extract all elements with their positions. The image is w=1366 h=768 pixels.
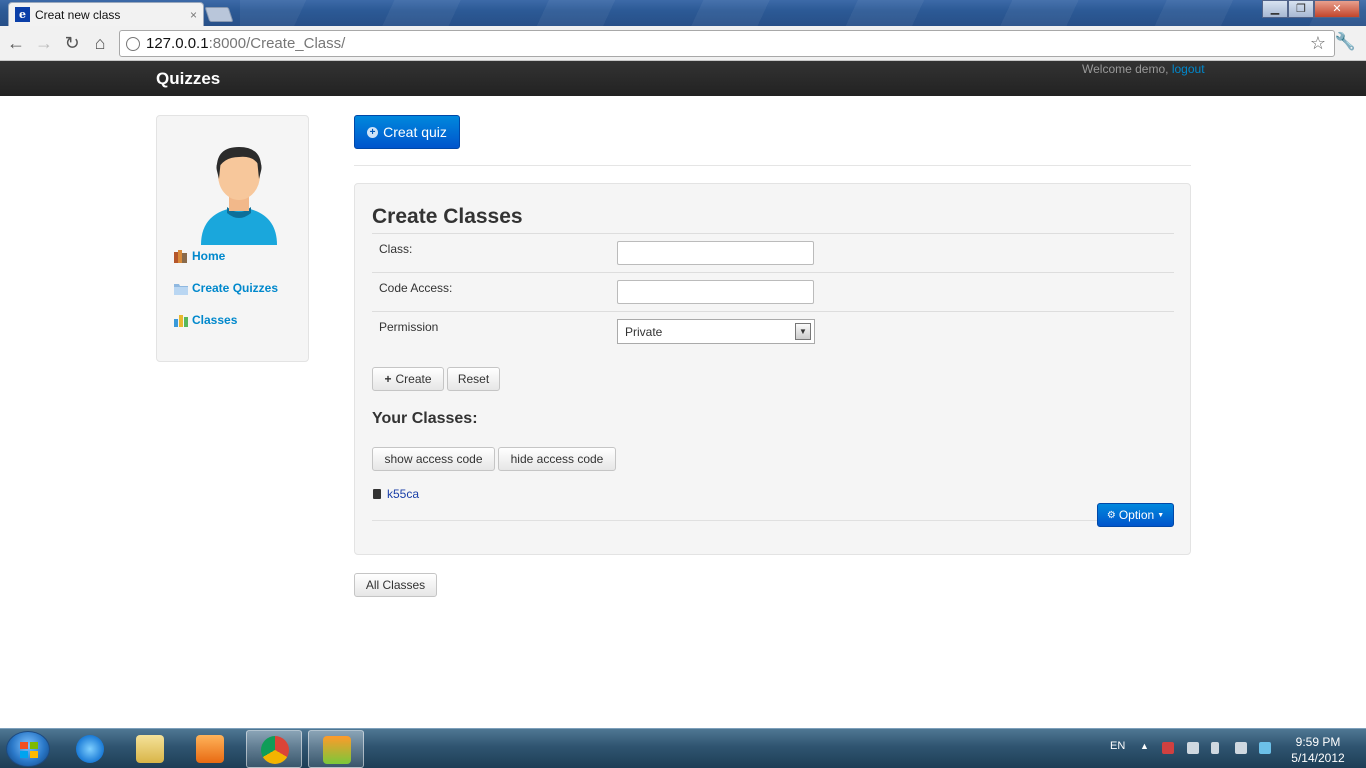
permission-selected-value: Private bbox=[625, 325, 663, 339]
plus-circle-icon: + bbox=[367, 126, 379, 138]
folder-icon bbox=[174, 283, 188, 295]
page-info-icon[interactable] bbox=[126, 36, 140, 51]
class-name-input[interactable] bbox=[617, 241, 814, 265]
taskbar-chrome[interactable] bbox=[246, 730, 302, 768]
creat-quiz-label: Creat quiz bbox=[383, 124, 447, 140]
app-navbar: Quizzes Welcome demo, logout bbox=[0, 61, 1366, 96]
system-clock[interactable]: 9:59 PM 5/14/2012 bbox=[1282, 734, 1354, 766]
show-access-code-button[interactable]: show access code bbox=[372, 447, 495, 471]
tab-close-icon[interactable]: × bbox=[190, 8, 197, 22]
tab-favicon-icon: e bbox=[15, 7, 30, 22]
sidebar-item-home[interactable]: Home bbox=[174, 249, 225, 263]
all-classes-button[interactable]: All Classes bbox=[354, 573, 437, 597]
dropbox-icon[interactable] bbox=[1259, 742, 1271, 754]
home-icon[interactable]: ⌂ bbox=[86, 33, 114, 54]
folder-icon bbox=[136, 735, 164, 763]
class-divider bbox=[372, 520, 1112, 521]
code-access-label: Code Access: bbox=[379, 281, 453, 295]
tab-title: Creat new class bbox=[35, 7, 121, 22]
language-indicator[interactable]: EN bbox=[1110, 740, 1125, 768]
windows-logo-icon bbox=[20, 742, 38, 758]
class-link[interactable]: k55ca bbox=[387, 487, 419, 501]
option-dropdown-button[interactable]: ⚙ Option ▼ bbox=[1097, 503, 1174, 527]
chevron-down-icon[interactable]: ▼ bbox=[795, 323, 811, 340]
gear-icon: ⚙ bbox=[1106, 509, 1116, 521]
browser-tab[interactable]: e Creat new class × bbox=[8, 2, 204, 26]
internet-explorer-icon bbox=[76, 735, 104, 763]
clock-date: 5/14/2012 bbox=[1291, 751, 1345, 765]
maximize-button[interactable]: ❐ bbox=[1288, 0, 1314, 18]
minimize-button[interactable]: ▁ bbox=[1262, 0, 1288, 18]
bookmark-star-icon[interactable]: ☆ bbox=[1310, 33, 1326, 54]
sidebar-item-label: Classes bbox=[192, 313, 238, 327]
sidebar-item-classes[interactable]: Classes bbox=[174, 313, 237, 327]
taskbar-media-player[interactable] bbox=[182, 730, 238, 768]
reset-button[interactable]: Reset bbox=[447, 367, 500, 391]
code-access-input[interactable] bbox=[617, 280, 814, 304]
sidebar-item-label: Create Quizzes bbox=[192, 281, 279, 295]
windows-taskbar: EN ▲ 9:59 PM 5/14/2012 bbox=[0, 728, 1366, 768]
create-classes-panel: Create Classes Class: Code Access: Permi… bbox=[354, 183, 1191, 555]
back-arrow-icon[interactable]: ← bbox=[2, 33, 30, 54]
chrome-icon bbox=[261, 736, 289, 764]
usb-icon[interactable] bbox=[1187, 742, 1199, 754]
permission-label: Permission bbox=[379, 320, 439, 334]
volume-icon[interactable] bbox=[1211, 742, 1219, 754]
ide-icon bbox=[323, 736, 351, 764]
option-label: Option bbox=[1118, 508, 1155, 522]
close-window-button[interactable]: ✕ bbox=[1314, 0, 1360, 18]
network-icon[interactable] bbox=[1235, 742, 1247, 754]
welcome-text: Welcome demo, logout bbox=[1082, 62, 1205, 76]
url-host: 127.0.0.1 bbox=[146, 35, 209, 52]
taskbar-ide[interactable] bbox=[308, 730, 364, 768]
browser-toolbar: ← → ↻ ⌂ 127.0.0.1:8000/Create_Class/ ☆ 🔧 bbox=[0, 26, 1366, 61]
media-player-icon bbox=[196, 735, 224, 763]
brand-logo[interactable]: Quizzes bbox=[156, 69, 220, 89]
section-divider bbox=[354, 165, 1191, 166]
reload-icon[interactable]: ↻ bbox=[58, 33, 86, 54]
new-tab-button[interactable] bbox=[204, 7, 234, 22]
logout-link[interactable]: logout bbox=[1172, 62, 1205, 76]
row-divider bbox=[372, 272, 1174, 273]
action-center-icon[interactable] bbox=[1162, 742, 1174, 754]
class-label: Class: bbox=[379, 242, 413, 256]
taskbar-ie[interactable] bbox=[62, 730, 118, 768]
user-avatar bbox=[201, 147, 277, 245]
row-divider bbox=[372, 233, 1174, 234]
book-icon bbox=[373, 489, 381, 499]
panel-title: Create Classes bbox=[372, 205, 523, 228]
books-icon bbox=[174, 249, 187, 263]
your-classes-heading: Your Classes: bbox=[372, 410, 478, 427]
show-hidden-icons-icon[interactable]: ▲ bbox=[1140, 741, 1149, 768]
sidebar-item-create-quizzes[interactable]: Create Quizzes bbox=[174, 281, 278, 295]
list-item: k55ca bbox=[373, 487, 419, 501]
welcome-label: Welcome demo, bbox=[1082, 62, 1169, 76]
sidebar-item-label: Home bbox=[192, 249, 226, 263]
hide-access-code-button[interactable]: hide access code bbox=[498, 447, 616, 471]
permission-select[interactable]: Private ▼ bbox=[617, 319, 815, 344]
taskbar-explorer[interactable] bbox=[122, 730, 178, 768]
address-bar[interactable]: 127.0.0.1:8000/Create_Class/ ☆ bbox=[119, 30, 1335, 57]
sidebar: Home Create Quizzes Classes bbox=[156, 115, 309, 362]
row-divider bbox=[372, 311, 1174, 312]
wrench-menu-icon[interactable]: 🔧 bbox=[1335, 32, 1356, 52]
clock-time: 9:59 PM bbox=[1295, 735, 1341, 749]
bar-chart-icon bbox=[174, 314, 188, 327]
caret-down-icon: ▼ bbox=[1157, 511, 1165, 519]
create-button[interactable]: + Create bbox=[372, 367, 444, 391]
forward-arrow-icon[interactable]: → bbox=[30, 33, 58, 54]
creat-quiz-button[interactable]: + Creat quiz bbox=[354, 115, 460, 149]
url-path: :8000/Create_Class/ bbox=[208, 35, 346, 52]
start-button[interactable] bbox=[6, 731, 50, 767]
create-label: Create bbox=[395, 372, 432, 386]
window-controls: ▁ ❐ ✕ bbox=[1262, 0, 1360, 18]
browser-titlebar bbox=[0, 0, 1366, 26]
plus-icon: + bbox=[384, 372, 392, 386]
